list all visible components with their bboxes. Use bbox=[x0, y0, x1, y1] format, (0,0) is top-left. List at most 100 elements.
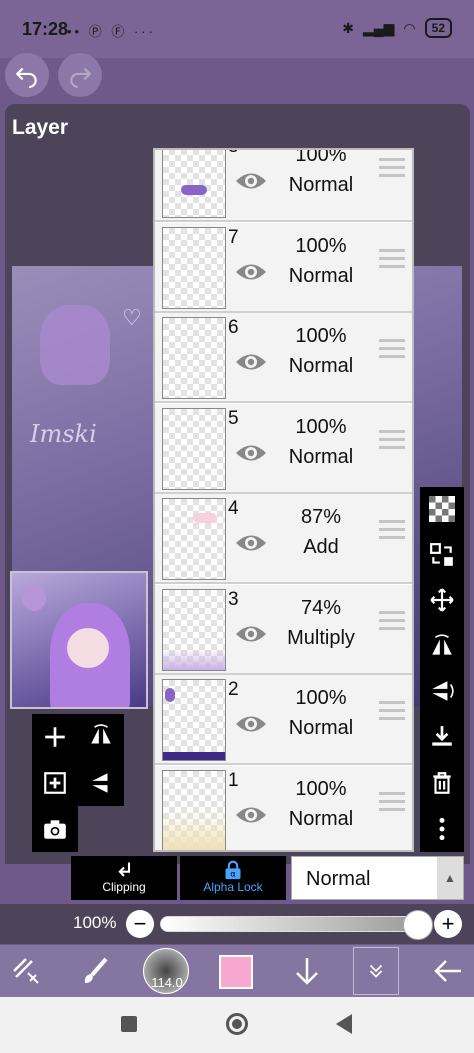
home-icon[interactable] bbox=[226, 1013, 248, 1035]
more-vertical-icon bbox=[439, 817, 445, 841]
panel-title: Layer bbox=[12, 116, 69, 139]
camera-button[interactable] bbox=[32, 806, 78, 852]
layer-row[interactable]: 6 100% Normal bbox=[155, 313, 412, 403]
drag-handle-icon[interactable] bbox=[379, 339, 405, 363]
layer-thumbnail[interactable] bbox=[162, 498, 226, 580]
blend-mode-value: Normal bbox=[306, 868, 371, 890]
clipping-label: Clipping bbox=[102, 880, 146, 894]
layer-thumbnail[interactable] bbox=[162, 679, 226, 761]
flip-vertical-icon bbox=[92, 773, 108, 793]
eye-icon[interactable] bbox=[235, 442, 267, 464]
layer-number: 8 bbox=[228, 150, 239, 158]
camera-icon-wrap bbox=[32, 806, 78, 852]
opacity-row: 100% − + bbox=[0, 904, 474, 944]
undo-button[interactable] bbox=[5, 53, 49, 97]
opacity-increase-button[interactable]: + bbox=[434, 910, 462, 938]
flip-layer-vertical-button[interactable] bbox=[420, 669, 464, 713]
opacity-decrease-button[interactable]: − bbox=[126, 910, 154, 938]
drag-handle-icon[interactable] bbox=[379, 429, 405, 454]
flip-horizontal-icon bbox=[432, 634, 452, 655]
layer-blend-mode: Multiply bbox=[287, 626, 355, 649]
eye-icon[interactable] bbox=[235, 623, 267, 645]
drag-handle-icon[interactable] bbox=[379, 610, 405, 635]
layer-thumbnail[interactable] bbox=[162, 588, 226, 671]
more-options-button[interactable] bbox=[420, 807, 464, 851]
add-image-layer-button[interactable] bbox=[32, 760, 78, 806]
layer-blend-mode: Normal bbox=[288, 717, 354, 739]
eye-icon[interactable] bbox=[235, 170, 267, 192]
drag-handle-icon[interactable] bbox=[379, 701, 405, 725]
system-nav-bar bbox=[0, 997, 474, 1053]
canvas-thumbnail[interactable] bbox=[10, 571, 148, 709]
transform-layer-button[interactable] bbox=[420, 533, 464, 577]
eye-icon[interactable] bbox=[235, 804, 267, 826]
eye-icon[interactable] bbox=[235, 351, 267, 373]
camera-icon bbox=[44, 820, 66, 839]
layer-thumbnail[interactable] bbox=[162, 407, 226, 490]
status-bar: 17:28 •• Ⓟ Ⓕ ··· ✱ ▂▄▆ ◠ 52 bbox=[0, 0, 474, 58]
bottom-toolbar: 114.0 bbox=[0, 945, 474, 997]
alpha-lock-label: Alpha Lock bbox=[203, 880, 263, 894]
layer-row[interactable]: 3 74% Multiply bbox=[155, 584, 412, 675]
layer-thumbnail[interactable] bbox=[162, 226, 226, 309]
layer-opacity: 100% bbox=[295, 325, 347, 347]
layer-row[interactable]: 5 100% Normal bbox=[155, 403, 412, 494]
layer-thumbnail[interactable] bbox=[162, 317, 226, 399]
layer-thumbnail[interactable] bbox=[162, 769, 226, 850]
layer-row[interactable]: 8 100% Normal bbox=[155, 150, 412, 222]
back-button[interactable] bbox=[428, 945, 468, 997]
delete-layer-button[interactable] bbox=[420, 761, 464, 805]
layer-number: 6 bbox=[228, 317, 239, 338]
layer-row[interactable]: 2 100% Normal bbox=[155, 675, 412, 765]
brush-tool-button[interactable] bbox=[76, 945, 116, 997]
drag-handle-icon[interactable] bbox=[379, 791, 405, 816]
collapse-panel-button[interactable] bbox=[353, 947, 399, 995]
flip-layer-horizontal-button[interactable] bbox=[420, 624, 464, 668]
brush-size-button[interactable]: 114.0 bbox=[143, 948, 189, 994]
recents-icon[interactable] bbox=[121, 1016, 137, 1032]
layer-opacity: 100% bbox=[295, 415, 347, 438]
layer-thumbnail[interactable] bbox=[162, 150, 226, 218]
merge-down-button[interactable] bbox=[420, 715, 464, 759]
layer-row[interactable]: 7 100% Normal bbox=[155, 222, 412, 313]
transparency-button[interactable] bbox=[420, 487, 464, 531]
layer-number: 1 bbox=[228, 769, 239, 791]
flip-vertical-button[interactable] bbox=[78, 760, 124, 806]
wifi-icon: ◠ bbox=[403, 19, 416, 36]
eye-icon[interactable] bbox=[235, 713, 267, 735]
layer-row[interactable]: 1 100% Normal bbox=[155, 765, 412, 850]
bluetooth-icon: ✱ bbox=[342, 19, 354, 36]
layer-down-button[interactable] bbox=[290, 945, 324, 997]
selection-tool-button[interactable] bbox=[6, 945, 46, 997]
eye-icon[interactable] bbox=[235, 261, 267, 283]
back-nav-icon[interactable] bbox=[336, 1014, 352, 1034]
swap-layers-icon bbox=[430, 543, 453, 566]
merge-down-icon bbox=[432, 726, 452, 746]
eye-icon[interactable] bbox=[235, 532, 267, 554]
arrow-down-icon bbox=[296, 958, 318, 985]
move-button[interactable] bbox=[420, 578, 464, 622]
redo-button[interactable] bbox=[58, 53, 102, 97]
drag-handle-icon[interactable] bbox=[379, 520, 405, 544]
blend-mode-select[interactable]: Normal ▲ bbox=[291, 856, 464, 900]
arrow-left-icon bbox=[434, 960, 461, 982]
right-tool-column bbox=[420, 487, 464, 852]
heart-icon: ♡ bbox=[122, 305, 142, 330]
svg-text:α: α bbox=[230, 869, 236, 879]
layer-opacity: 74% bbox=[300, 596, 342, 619]
drag-handle-icon[interactable] bbox=[379, 248, 405, 273]
layer-opacity: 100% bbox=[295, 234, 347, 257]
alpha-lock-button[interactable]: α Alpha Lock bbox=[180, 856, 286, 900]
layer-row[interactable]: 4 87% Add bbox=[155, 494, 412, 584]
layer-blend-mode: Add bbox=[303, 536, 339, 558]
opacity-slider-knob[interactable] bbox=[403, 910, 433, 940]
color-swatch-button[interactable] bbox=[219, 955, 253, 989]
drag-handle-icon[interactable] bbox=[379, 158, 405, 182]
layer-list[interactable]: 8 100% Normal 7 100% Normal 6 100% Normal 5 100% No… bbox=[153, 148, 414, 852]
flip-horizontal-button[interactable] bbox=[78, 714, 124, 760]
add-layer-button[interactable] bbox=[32, 714, 78, 760]
layer-number: 5 bbox=[228, 407, 239, 429]
opacity-slider-track[interactable] bbox=[160, 916, 418, 932]
clipping-button[interactable]: Clipping bbox=[71, 856, 177, 900]
layer-blend-mode: Normal bbox=[288, 355, 354, 377]
